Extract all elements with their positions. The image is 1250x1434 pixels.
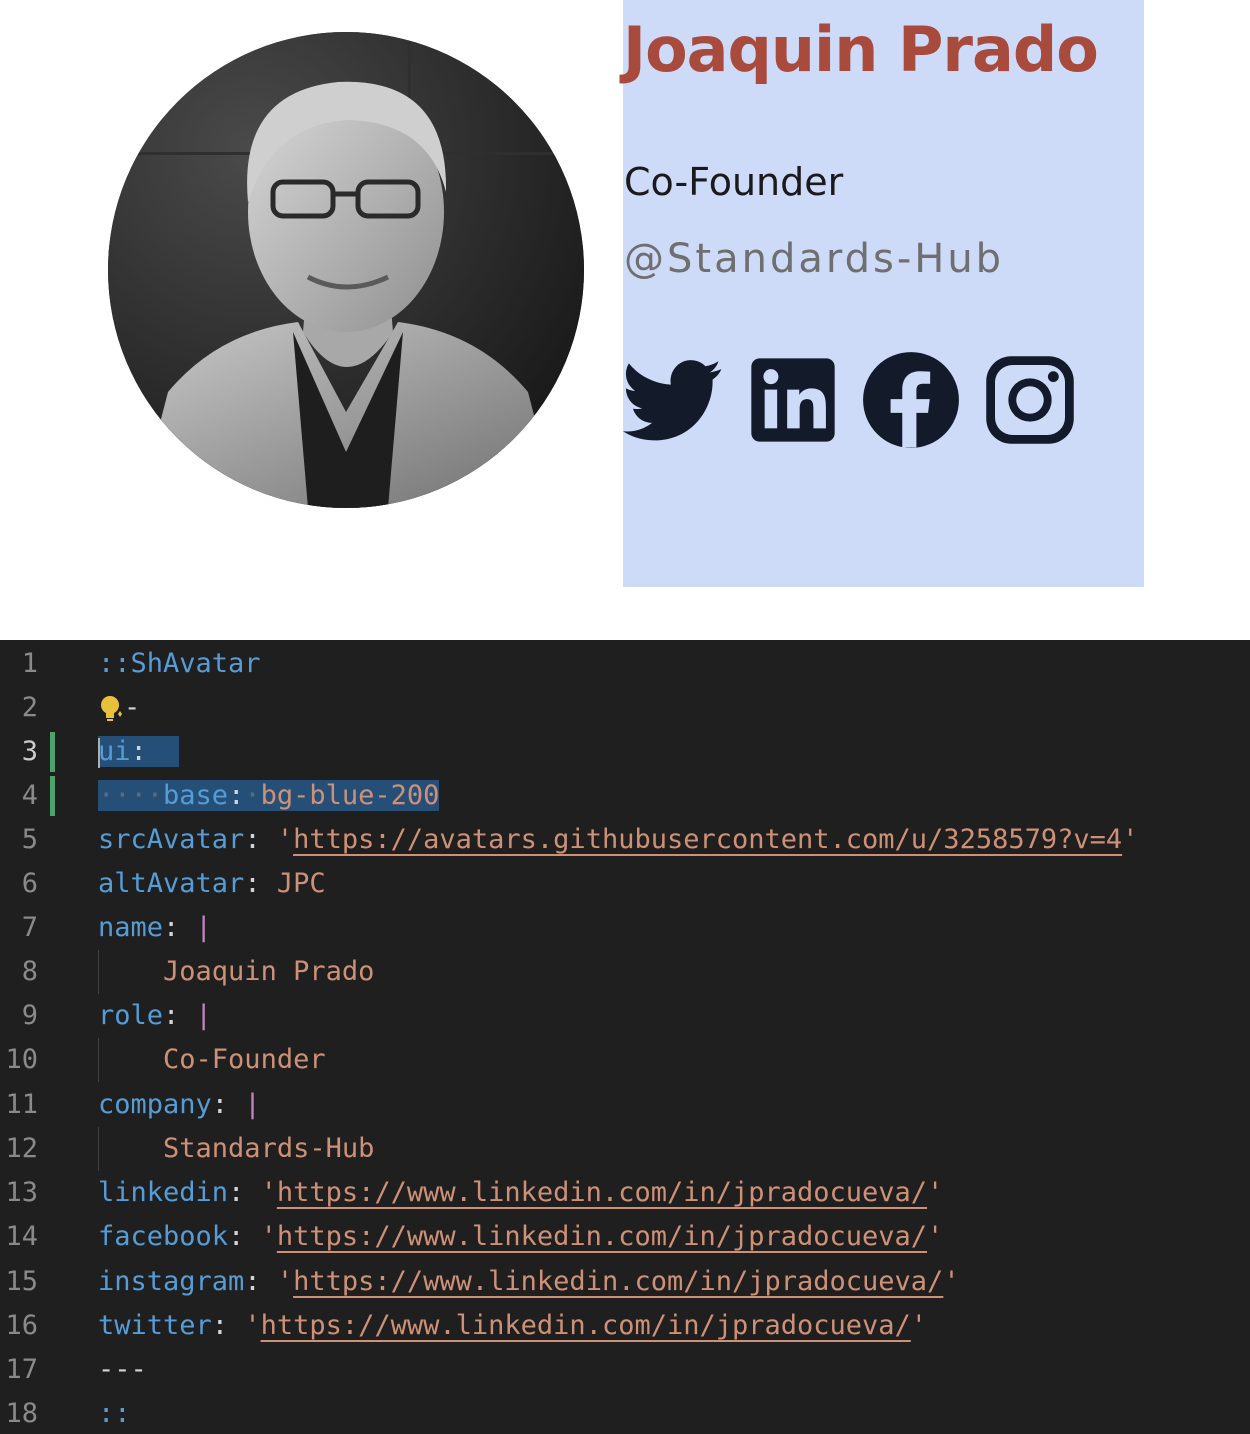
editor-line[interactable]: 1 ::ShAvatar	[0, 642, 1250, 686]
line-number: 16	[5, 1310, 38, 1341]
editor-line[interactable]: 7 name: |	[0, 906, 1250, 950]
twitter-icon	[623, 360, 722, 441]
editor-line[interactable]: 11 company: |	[0, 1083, 1250, 1127]
git-modified-indicator	[50, 732, 55, 772]
line-number: 7	[21, 912, 38, 943]
social-links	[623, 350, 1123, 450]
yaml-url[interactable]: https://www.linkedin.com/in/jpradocueva/	[261, 1310, 911, 1341]
code-editor[interactable]: 1 ::ShAvatar 2 - 3 ui: 4 ····base:·bg-bl…	[0, 640, 1250, 1434]
line-number: 12	[5, 1133, 38, 1164]
yaml-url[interactable]: https://www.linkedin.com/in/jpradocueva/	[293, 1266, 943, 1297]
yaml-url[interactable]: https://www.linkedin.com/in/jpradocueva/	[277, 1221, 927, 1252]
editor-line[interactable]: 2 -	[0, 686, 1250, 730]
editor-line[interactable]: 8 Joaquin Prado	[0, 950, 1250, 994]
linkedin-link[interactable]	[743, 350, 843, 450]
editor-line[interactable]: 4 ····base:·bg-blue-200	[0, 774, 1250, 818]
yaml-value: Joaquin Prado	[163, 956, 375, 987]
profile-card: Joaquin Prado Co-Founder @Standards-Hub	[623, 0, 1144, 587]
line-number: 5	[21, 824, 38, 855]
instagram-link[interactable]	[980, 350, 1080, 450]
line-number: 13	[5, 1177, 38, 1208]
editor-line[interactable]: 13 linkedin: 'https://www.linkedin.com/i…	[0, 1171, 1250, 1215]
yaml-key: base	[163, 780, 229, 811]
profile-name: Joaquin Prado	[623, 13, 1099, 86]
twitter-link[interactable]	[623, 350, 723, 450]
git-modified-indicator	[50, 776, 55, 816]
line-number: 11	[5, 1089, 38, 1120]
instagram-icon	[986, 356, 1074, 444]
yaml-key: name	[98, 912, 164, 943]
yaml-value: Co-Founder	[163, 1044, 326, 1075]
editor-line[interactable]: 5 srcAvatar: 'https://avatars.githubuser…	[0, 818, 1250, 862]
linkedin-icon	[751, 358, 835, 442]
line-number: 10	[5, 1044, 38, 1075]
component-tag: ::ShAvatar	[98, 648, 261, 679]
editor-line[interactable]: 15 instagram: 'https://www.linkedin.com/…	[0, 1260, 1250, 1304]
yaml-url[interactable]: https://avatars.githubusercontent.com/u/…	[293, 824, 1122, 855]
editor-line[interactable]: 14 facebook: 'https://www.linkedin.com/i…	[0, 1215, 1250, 1259]
line-number: 4	[21, 780, 38, 811]
line-number: 1	[21, 648, 38, 679]
line-number: 6	[21, 868, 38, 899]
editor-line[interactable]: 10 Co-Founder	[0, 1038, 1250, 1082]
editor-line[interactable]: 12 Standards-Hub	[0, 1127, 1250, 1171]
yaml-key: ui	[98, 736, 131, 767]
frontmatter-open: -	[124, 692, 141, 723]
profile-company: @Standards-Hub	[624, 236, 1005, 282]
editor-line[interactable]: 16 twitter: 'https://www.linkedin.com/in…	[0, 1304, 1250, 1348]
line-number: 8	[21, 956, 38, 987]
editor-line[interactable]: 6 altAvatar: JPC	[0, 862, 1250, 906]
yaml-value: Standards-Hub	[163, 1133, 375, 1164]
avatar-preview: Joaquin Prado Co-Founder @Standards-Hub	[0, 0, 1250, 640]
line-number: 2	[21, 692, 38, 723]
line-number: 18	[5, 1398, 38, 1429]
yaml-key: linkedin	[98, 1177, 229, 1208]
yaml-key: role	[98, 1000, 164, 1031]
yaml-key: instagram	[98, 1266, 245, 1297]
component-close: ::	[98, 1398, 131, 1429]
line-number: 17	[5, 1354, 38, 1385]
editor-line[interactable]: 18 ::	[0, 1392, 1250, 1434]
lightbulb-sparkle-icon[interactable]	[98, 694, 124, 724]
yaml-key: facebook	[98, 1221, 229, 1252]
yaml-url[interactable]: https://www.linkedin.com/in/jpradocueva/	[277, 1177, 927, 1208]
yaml-key: altAvatar	[98, 868, 245, 899]
editor-line[interactable]: 17 ---	[0, 1348, 1250, 1392]
line-number: 3	[21, 736, 38, 767]
editor-line[interactable]: 9 role: |	[0, 994, 1250, 1038]
facebook-icon	[863, 352, 959, 448]
line-number: 15	[5, 1266, 38, 1297]
yaml-key: twitter	[98, 1310, 212, 1341]
yaml-key: company	[98, 1089, 212, 1120]
avatar-photo	[108, 32, 584, 508]
line-number: 14	[5, 1221, 38, 1252]
line-number: 9	[21, 1000, 38, 1031]
facebook-link[interactable]	[861, 350, 961, 450]
yaml-value: bg-blue-200	[260, 780, 440, 811]
frontmatter-close: ---	[98, 1354, 147, 1385]
editor-line[interactable]: 3 ui:	[0, 730, 1250, 774]
profile-role: Co-Founder	[624, 160, 844, 204]
yaml-key: srcAvatar	[98, 824, 245, 855]
avatar	[108, 32, 584, 508]
yaml-value: JPC	[276, 868, 326, 899]
